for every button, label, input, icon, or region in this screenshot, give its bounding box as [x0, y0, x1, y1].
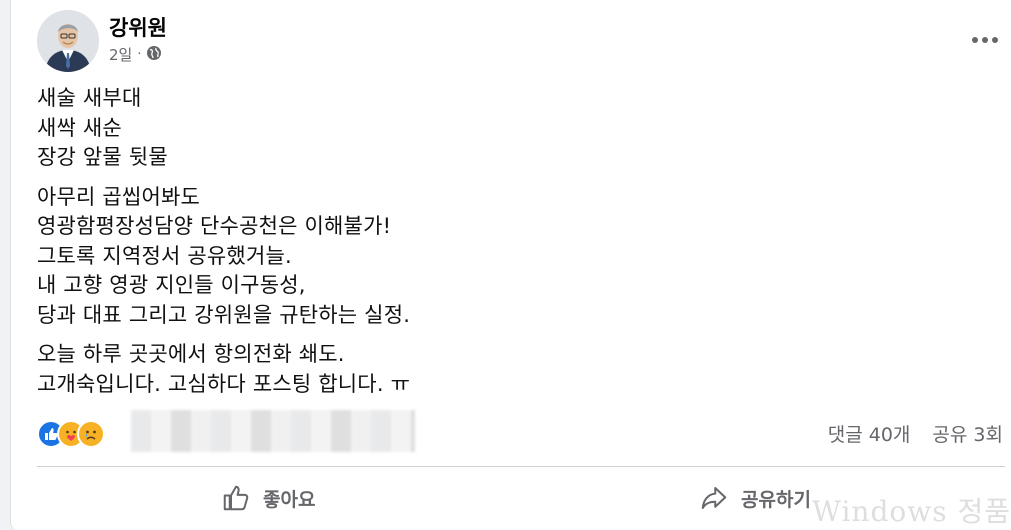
like-button-label: 좋아요 [263, 488, 316, 511]
post-time[interactable]: 2일 [109, 44, 132, 65]
paragraph: 아무리 곱씹어봐도 영광함평장성담양 단수공천은 이해불가! 그토록 지역정서 … [37, 183, 977, 331]
sad-reaction-icon [77, 420, 105, 448]
actions-divider [37, 466, 1005, 467]
text-line: 당과 대표 그리고 강위원을 규탄하는 실정. [37, 302, 411, 327]
paragraph: 새술 새부대 새싹 새순 장강 앞물 뒷물 [37, 84, 977, 173]
like-button[interactable]: 좋아요 [221, 476, 315, 520]
text-line: 내 고향 영광 지인들 이구동성, [37, 273, 306, 297]
avatar-photo [37, 10, 99, 72]
shares-count[interactable]: 공유 3회 [932, 420, 1003, 447]
text-line: 새술 새부대 [37, 86, 142, 110]
post-card: 강위원 2일 · 새술 새부대 새싹 새순 장강 앞물 뒷물 아무리 곱씹어봐도… [10, 0, 1011, 530]
share-button-label: 공유하기 [741, 488, 811, 511]
reaction-icons[interactable] [37, 420, 105, 448]
text-line: 새싹 새순 [37, 115, 122, 140]
reactor-names-redacted [131, 410, 415, 452]
more-dots-icon [972, 37, 998, 43]
share-arrow-icon [701, 487, 727, 509]
text-line: 장강 앞물 뒷물 [37, 145, 168, 169]
paragraph: 오늘 하루 곳곳에서 항의전화 쇄도. 고개숙입니다. 고심하다 포스팅 합니다… [37, 340, 977, 399]
meta-separator: · [137, 47, 142, 62]
author-name[interactable]: 강위원 [109, 12, 167, 42]
post-text: 새술 새부대 새싹 새순 장강 앞물 뒷물 아무리 곱씹어봐도 영광함평장성담양… [37, 84, 977, 409]
more-options-button[interactable] [967, 22, 1003, 58]
text-line: 아무리 곱씹어봐도 [37, 184, 201, 209]
text-line: 오늘 하루 곳곳에서 항의전화 쇄도. [37, 342, 345, 366]
post-meta: 2일 · [109, 44, 162, 65]
thumbs-up-icon [223, 485, 249, 511]
author-avatar[interactable] [37, 10, 99, 72]
text-line: 고개숙입니다. 고심하다 포스팅 합니다. ㅠ [37, 371, 411, 396]
share-button[interactable]: 공유하기 [699, 476, 811, 520]
activation-watermark: Windows 정품 [812, 495, 1011, 528]
text-line: 영광함평장성담양 단수공천은 이해불가! [37, 214, 392, 238]
comments-count[interactable]: 댓글 40개 [828, 420, 911, 447]
text-line: 그토록 지역정서 공유했거늘. [37, 243, 292, 268]
post-stats: 댓글 40개 공유 3회 [828, 420, 1003, 447]
globe-icon[interactable] [146, 45, 162, 65]
